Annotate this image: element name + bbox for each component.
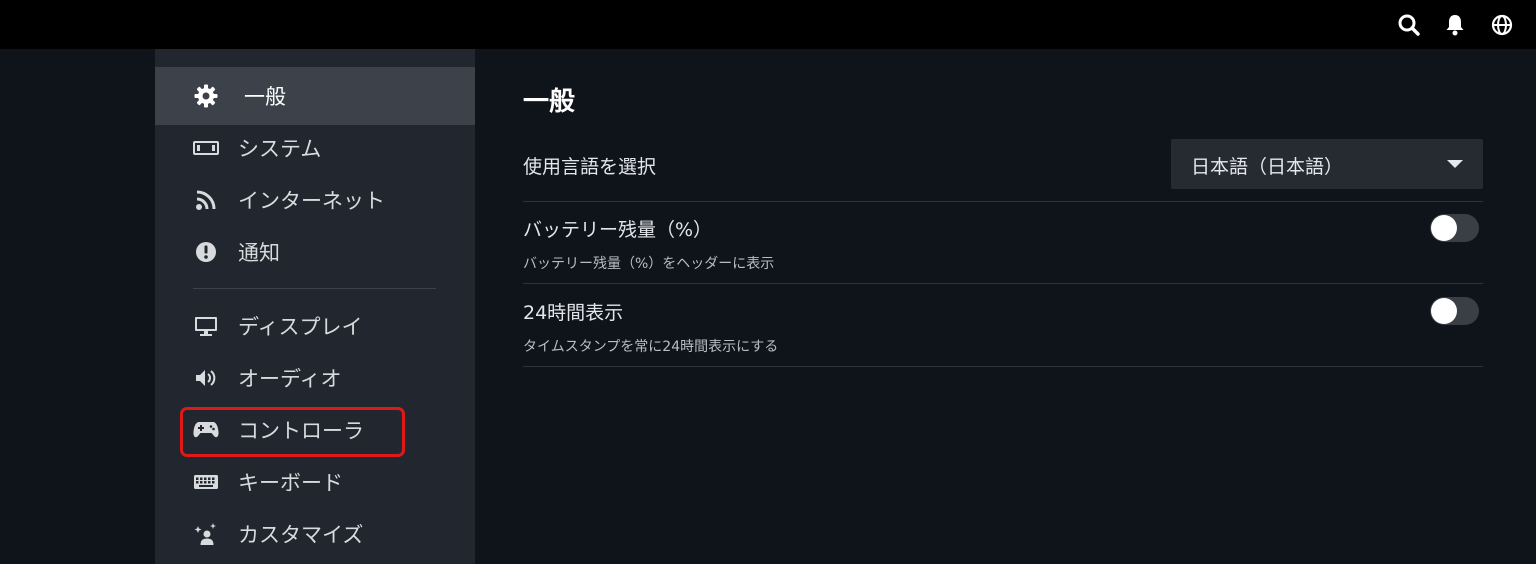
keyboard-icon <box>193 469 219 495</box>
sidebar-item-system[interactable]: システム <box>155 122 475 174</box>
language-label: 使用言語を選択 <box>523 156 657 178</box>
gear-icon <box>193 83 219 109</box>
controller-highlight-box <box>180 407 405 457</box>
row-divider <box>523 283 1483 284</box>
language-select[interactable]: 日本語（日本語） <box>1171 139 1483 189</box>
sidebar-item-label: システム <box>238 137 322 161</box>
sidebar-item-notifications[interactable]: 通知 <box>155 226 475 278</box>
exclamation-icon <box>193 239 219 265</box>
caret-down-icon <box>1447 160 1463 168</box>
sidebar-item-customize[interactable]: カスタマイズ <box>155 508 475 560</box>
sidebar-item-label: キーボード <box>238 471 343 495</box>
top-bar <box>0 0 1536 49</box>
row-divider <box>523 201 1483 202</box>
search-icon[interactable] <box>1397 13 1421 37</box>
battery-icon <box>193 135 219 161</box>
battery-description: バッテリー残量（%）をヘッダーに表示 <box>523 256 775 272</box>
bell-icon[interactable] <box>1443 13 1467 37</box>
sidebar-item-keyboard[interactable]: キーボード <box>155 456 475 508</box>
sidebar-item-label: ディスプレイ <box>238 315 363 339</box>
sidebar-item-label: インターネット <box>238 189 385 213</box>
sidebar-item-general[interactable]: 一般 <box>155 67 475 125</box>
sidebar-item-display[interactable]: ディスプレイ <box>155 300 475 352</box>
battery-label: バッテリー残量（%） <box>523 219 713 241</box>
speaker-icon <box>193 365 219 391</box>
clock24-description: タイムスタンプを常に24時間表示にする <box>523 339 779 355</box>
language-select-value: 日本語（日本語） <box>1191 156 1344 178</box>
page-title: 一般 <box>523 87 576 117</box>
sparkle-person-icon <box>193 521 219 547</box>
clock24-label: 24時間表示 <box>523 302 624 324</box>
sidebar-item-label: 通知 <box>238 241 280 265</box>
globe-icon[interactable] <box>1490 13 1514 37</box>
rss-icon <box>193 187 219 213</box>
clock24-toggle[interactable] <box>1430 297 1479 325</box>
sidebar-divider <box>193 288 436 289</box>
monitor-icon <box>193 313 219 339</box>
battery-toggle[interactable] <box>1430 214 1479 242</box>
sidebar-item-label: カスタマイズ <box>238 523 364 547</box>
settings-sidebar: 一般 システム インターネット 通知 ディスプレイ オーディオ コントローラ キ… <box>155 49 475 564</box>
row-divider <box>523 366 1483 367</box>
sidebar-item-internet[interactable]: インターネット <box>155 174 475 226</box>
toggle-knob <box>1431 215 1457 241</box>
toggle-knob <box>1431 298 1457 324</box>
sidebar-item-audio[interactable]: オーディオ <box>155 352 475 404</box>
sidebar-item-label: オーディオ <box>238 367 342 391</box>
sidebar-item-label: 一般 <box>244 85 286 109</box>
